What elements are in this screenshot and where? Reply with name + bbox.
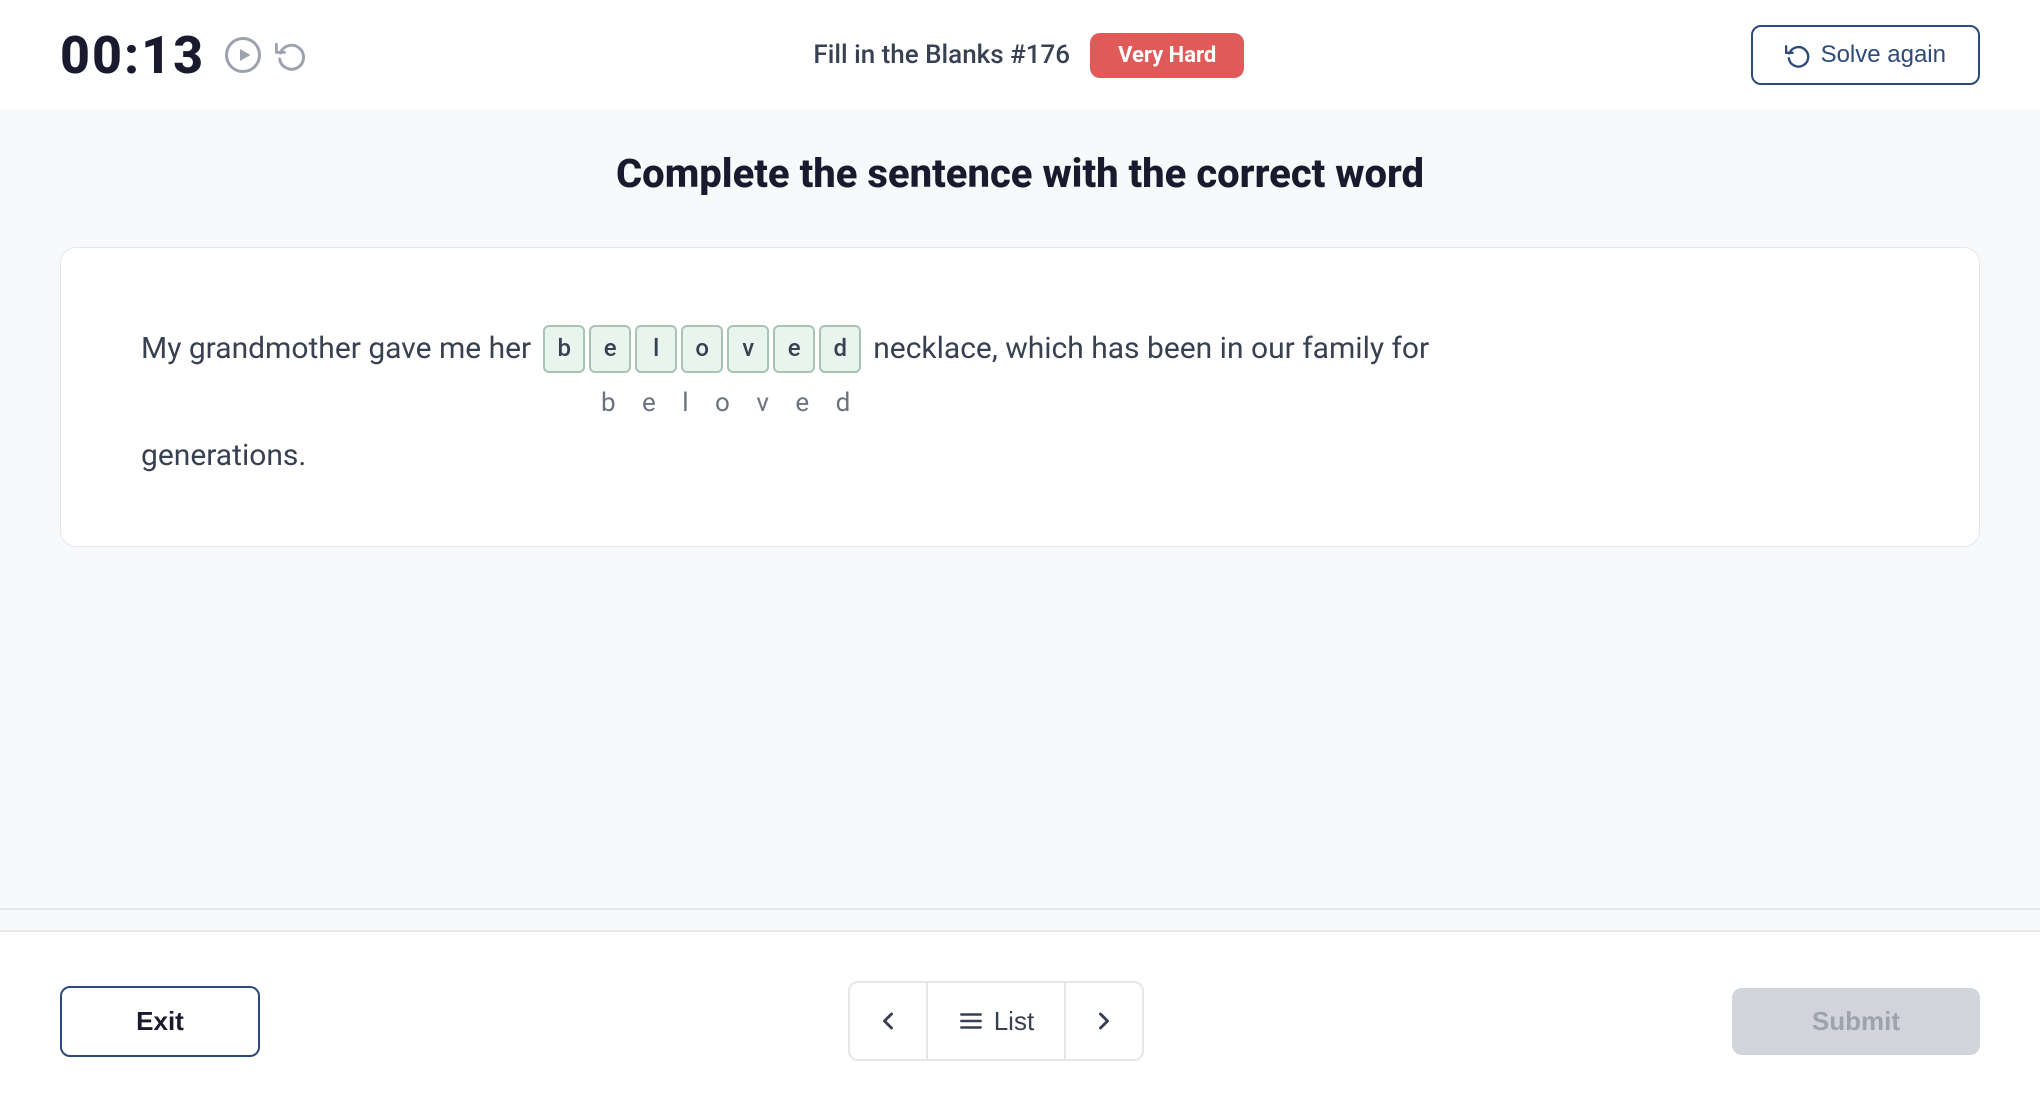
center-section: Fill in the Blanks #176 Very Hard	[813, 33, 1244, 78]
prev-button[interactable]	[848, 981, 928, 1061]
list-icon	[958, 1008, 984, 1034]
submit-label: Submit	[1812, 1006, 1900, 1036]
timer-section: 00:13	[60, 25, 307, 86]
word-hint-text: b e l o v e d	[601, 388, 860, 418]
list-button[interactable]: List	[928, 981, 1064, 1061]
letter-box-b: b	[543, 325, 585, 373]
sentence-after: necklace, which has been in our family f…	[873, 322, 1429, 376]
letter-box-d: d	[819, 325, 861, 373]
difficulty-badge: Very Hard	[1090, 33, 1244, 78]
chevron-right-icon	[1090, 1007, 1118, 1035]
list-label: List	[994, 1006, 1034, 1037]
word-hint: b e l o v e d	[141, 388, 1899, 418]
sentence-before: My grandmother gave me her	[141, 322, 531, 376]
letter-box-v: v	[727, 325, 769, 373]
page-heading: Complete the sentence with the correct w…	[60, 150, 1980, 197]
letter-box-l: l	[635, 325, 677, 373]
letter-box-e2: e	[773, 325, 815, 373]
solve-again-icon	[1785, 42, 1811, 68]
next-button[interactable]	[1064, 981, 1144, 1061]
footer: Exit List Submit	[0, 930, 2040, 1110]
play-icon[interactable]	[225, 37, 261, 73]
letter-box-e: e	[589, 325, 631, 373]
letter-box-o: o	[681, 325, 723, 373]
refresh-icon[interactable]	[275, 39, 307, 71]
timer-display: 00:13	[60, 25, 205, 86]
sentence-card: My grandmother gave me her b e l o v e d…	[60, 247, 1980, 547]
exit-button[interactable]: Exit	[60, 986, 260, 1057]
last-line: generations.	[141, 438, 1899, 473]
answer-word-boxes: b e l o v e d	[543, 325, 861, 373]
nav-section: List	[848, 981, 1144, 1061]
main-content: Complete the sentence with the correct w…	[0, 110, 2040, 587]
timer-controls	[225, 37, 307, 73]
header: 00:13 Fill in the Blanks #176 Very Hard …	[0, 0, 2040, 110]
puzzle-title: Fill in the Blanks #176	[813, 40, 1070, 70]
solve-again-button[interactable]: Solve again	[1751, 25, 1980, 85]
submit-button[interactable]: Submit	[1732, 988, 1980, 1055]
solve-again-label: Solve again	[1821, 41, 1946, 69]
footer-divider	[0, 908, 2040, 910]
sentence-line: My grandmother gave me her b e l o v e d…	[141, 322, 1899, 376]
chevron-left-icon	[874, 1007, 902, 1035]
exit-label: Exit	[136, 1006, 184, 1036]
